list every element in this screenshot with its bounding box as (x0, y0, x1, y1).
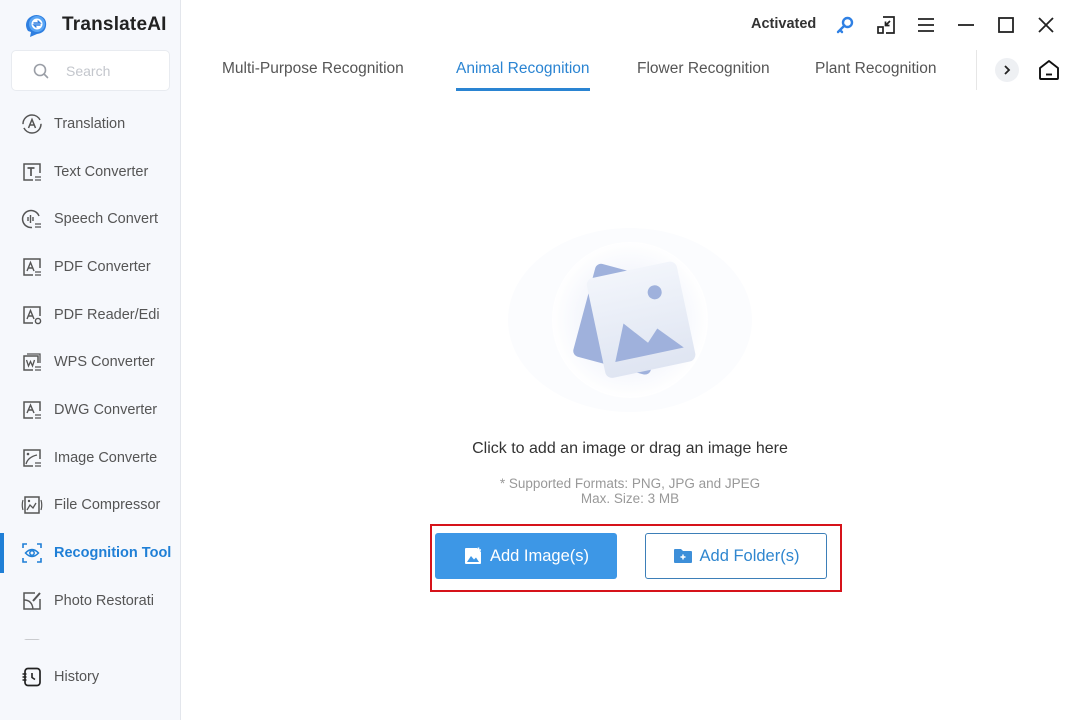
sidebar-item-dwg-converter[interactable]: DWG Converter (0, 386, 180, 434)
translation-icon (22, 114, 42, 134)
sidebar-item-label: Text Converter (54, 163, 149, 180)
tab-multi-purpose-recognition[interactable]: Multi-Purpose Recognition (222, 60, 404, 78)
home-button[interactable] (1037, 58, 1061, 82)
sidebar-item-label: Translation (54, 115, 126, 132)
sidebar-item-label: PDF Reader/Edi (54, 306, 160, 323)
sidebar-item-label: Speech Convert (54, 211, 158, 228)
add-images-button[interactable]: Add Image(s) (435, 533, 617, 579)
menu-button[interactable] (914, 13, 938, 37)
shrink-window-icon (877, 16, 895, 34)
supported-formats-note: * Supported Formats: PNG, JPG and JPEG M… (400, 476, 860, 506)
sidebar-item-pdf-reader[interactable]: PDF Reader/Edi (0, 291, 180, 339)
history-label: History (54, 669, 100, 685)
sidebar-item-label: Image Converte (54, 449, 158, 466)
minimize-button[interactable] (954, 13, 978, 37)
photo-restoration-icon (23, 591, 41, 610)
recognition-tool-icon (22, 543, 42, 563)
image-placeholder-illustration (508, 228, 752, 412)
sidebar-item-label: WPS Converter (54, 354, 155, 371)
history-icon (22, 667, 41, 687)
app-logo-icon (26, 15, 47, 37)
sidebar: TranslateAI Translation Text Converter S… (0, 0, 181, 720)
sidebar-item-image-converter[interactable]: Image Converte (0, 434, 180, 482)
sidebar-item-speech-convert[interactable]: Speech Convert (0, 195, 180, 243)
sidebar-item-label: File Compressor (54, 497, 161, 514)
brand: TranslateAI (22, 11, 167, 39)
sidebar-nav: Translation Text Converter Speech Conver… (0, 100, 180, 640)
app-name: TranslateAI (62, 14, 167, 35)
add-folder-icon (673, 549, 692, 563)
add-folder-label: Add Folder(s) (699, 546, 800, 565)
formats-line: * Supported Formats: PNG, JPG and JPEG (499, 476, 761, 491)
sidebar-item-wps-converter[interactable]: WPS Converter (0, 338, 180, 386)
pdf-reader-icon (23, 305, 42, 324)
add-folder-button[interactable]: Add Folder(s) (645, 533, 827, 579)
tab-plant-recognition[interactable]: Plant Recognition (815, 60, 937, 78)
search-box[interactable] (11, 50, 170, 91)
sidebar-item-label: Recognition Tool (54, 545, 172, 562)
max-size-line: Max. Size: 3 MB (580, 491, 680, 506)
speech-convert-icon (21, 210, 41, 229)
sidebar-item-label: DWG Converter (54, 401, 158, 418)
wps-converter-icon (23, 353, 41, 372)
text-converter-icon (23, 162, 41, 181)
maximize-icon (998, 17, 1014, 33)
sidebar-item-translation[interactable]: Translation (0, 100, 180, 148)
sidebar-item-pdf-converter[interactable]: PDF Converter (0, 243, 180, 291)
recognition-tabs: Multi-Purpose Recognition Animal Recogni… (181, 50, 1080, 96)
search-input[interactable] (66, 62, 166, 79)
drop-zone-instructions: Click to add an image or drag an image h… (472, 440, 788, 457)
hamburger-menu-icon (918, 18, 934, 32)
sidebar-item-text-converter[interactable]: Text Converter (0, 148, 180, 196)
tab-flower-recognition[interactable]: Flower Recognition (637, 60, 770, 78)
sidebar-item-file-compressor[interactable]: File Compressor (0, 482, 180, 530)
tab-divider (976, 50, 977, 90)
tabs-scroll-next-button[interactable] (995, 58, 1019, 82)
app-window: TranslateAI Translation Text Converter S… (0, 0, 1080, 720)
search-icon (33, 63, 49, 78)
pdf-converter-icon (23, 258, 41, 276)
title-bar (181, 0, 1080, 50)
license-key-button[interactable] (833, 13, 857, 37)
image-converter-icon (23, 448, 41, 467)
sidebar-item-label: PDF Converter (54, 258, 151, 275)
tab-animal-recognition[interactable]: Animal Recognition (456, 60, 590, 91)
sidebar-item-label: Photo Restorati (54, 592, 154, 609)
home-icon (1039, 60, 1059, 80)
key-icon (836, 16, 854, 34)
dwg-converter-icon (23, 401, 41, 419)
maximize-button[interactable] (994, 13, 1018, 37)
activation-status: Activated (751, 16, 817, 32)
mini-mode-button[interactable] (874, 13, 898, 37)
add-images-label: Add Image(s) (489, 546, 590, 565)
add-image-icon (464, 547, 481, 564)
file-compressor-icon (21, 496, 43, 515)
close-icon (1038, 17, 1054, 33)
history-button[interactable]: History (0, 653, 180, 701)
sidebar-item-recognition-tool[interactable]: Recognition Tool (0, 529, 180, 577)
sidebar-item-photo-restoration[interactable]: Photo Restorati (0, 577, 180, 625)
minimize-icon (958, 24, 974, 26)
close-button[interactable] (1034, 13, 1058, 37)
chevron-right-icon (1004, 65, 1011, 75)
